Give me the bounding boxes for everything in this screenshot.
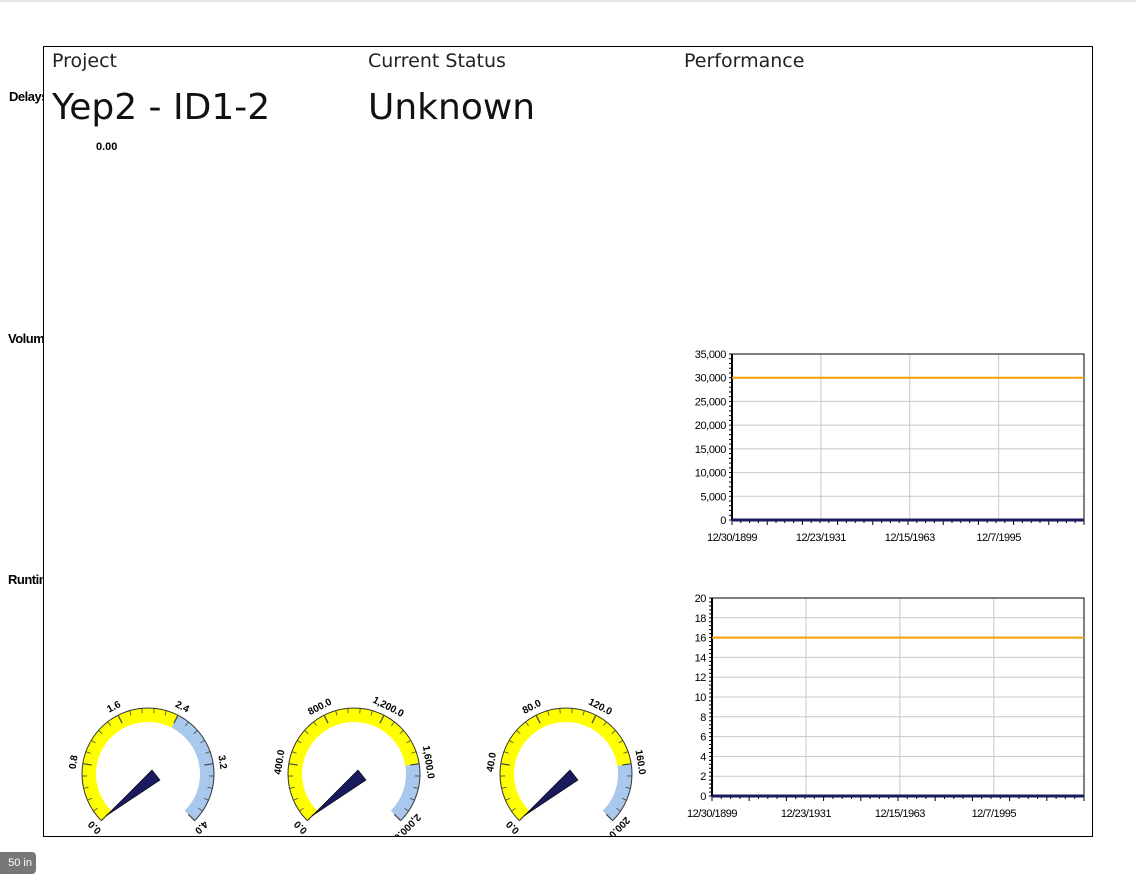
y-tick-label: 0 (700, 791, 706, 803)
x-tick-label: 12/15/1963 (875, 808, 925, 820)
x-tick-label: 12/30/1899 (707, 532, 757, 544)
gauge-needle (523, 769, 579, 817)
y-tick-label: 6 (700, 732, 706, 744)
gauge-label: 400.0 (273, 749, 288, 776)
gauge-volume: 0.0400.0800.0 1,200.01,600.02,000.0 (273, 695, 436, 837)
y-tick-label: 14 (695, 652, 707, 664)
header-project: Project (52, 50, 118, 72)
x-tick-label: 12/23/1931 (796, 532, 846, 544)
gauge-needle (311, 769, 367, 817)
plot-frame (731, 353, 1085, 521)
header-performance: Performance (684, 50, 805, 72)
x-tick-label: 12/23/1931 (781, 808, 831, 820)
gauge-runtime: 0.040.080.0 120.0160.0200.0 (485, 697, 648, 837)
gauge-blue-band (602, 763, 632, 821)
x-tick-label: 12/15/1963 (885, 532, 935, 544)
x-tick-label: 12/7/1995 (976, 532, 1021, 544)
y-tick-label: 2 (700, 771, 706, 783)
gauge-needle (105, 769, 161, 817)
current-status-value: Unknown (368, 87, 536, 128)
y-tick-label: 10 (695, 692, 707, 704)
gauge-blue-band (171, 715, 214, 821)
ruler-badge: 50 in (0, 852, 36, 874)
y-tick-label: 0 (720, 515, 726, 527)
gauge-label: 0.8 (68, 754, 81, 770)
gauge-label: 2.4 (173, 699, 191, 715)
gauge-label: 40.0 (485, 751, 499, 772)
y-tick-label: 18 (695, 613, 707, 625)
header-current-status: Current Status (368, 50, 506, 72)
y-tick-label: 5,000 (700, 491, 726, 503)
y-tick-label: 35,000 (695, 349, 727, 361)
y-tick-label: 20,000 (695, 420, 727, 432)
gauge-label: 3.2 (215, 755, 228, 771)
x-tick-label: 12/7/1995 (972, 808, 1017, 820)
x-tick-label: 12/30/1899 (687, 808, 737, 820)
y-tick-label: 16 (695, 633, 707, 645)
delays-value: 0.00 (96, 141, 118, 153)
y-tick-label: 20 (695, 593, 707, 605)
y-tick-label: 30,000 (695, 373, 727, 385)
gauge-label: 1.6 (105, 699, 123, 715)
window-top-border (0, 0, 1136, 2)
volume-chart: 35,000 30,000 25,000 20,000 15,000 10,000 5,00… (695, 349, 1085, 544)
runtime-chart: 2018161412108642012/30/1899 12/23/1931 12/… (687, 593, 1085, 820)
gauge-yellow-band (82, 708, 178, 821)
y-tick-label: 25,000 (695, 396, 727, 408)
gauge-delays: 0.00.81.6 2.43.24.0 (68, 699, 229, 836)
y-tick-label: 10,000 (695, 468, 727, 480)
gauge-label: 1,600.0 (420, 745, 436, 780)
project-name: Yep2 - ID1-2 (52, 87, 271, 128)
report-panel: Project Current Status Performance Yep2 … (43, 46, 1093, 837)
y-tick-label: 4 (700, 751, 706, 763)
gauge-label: 160.0 (633, 749, 648, 776)
y-tick-label: 15,000 (695, 444, 727, 456)
y-tick-label: 12 (695, 672, 707, 684)
y-tick-label: 8 (700, 712, 706, 724)
